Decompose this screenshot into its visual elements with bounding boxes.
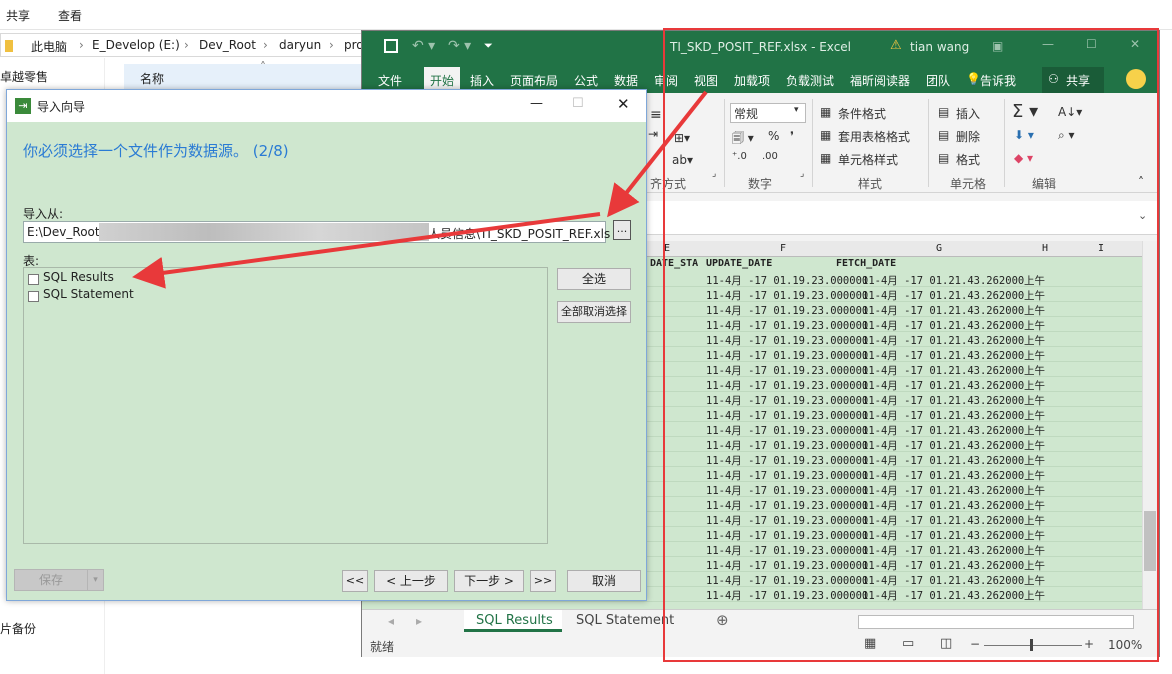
annotation-arrow-excel-to-browse: [607, 90, 708, 218]
annotation-arrow-to-sql-results: [132, 212, 601, 289]
annotation-arrows: [132, 90, 708, 289]
